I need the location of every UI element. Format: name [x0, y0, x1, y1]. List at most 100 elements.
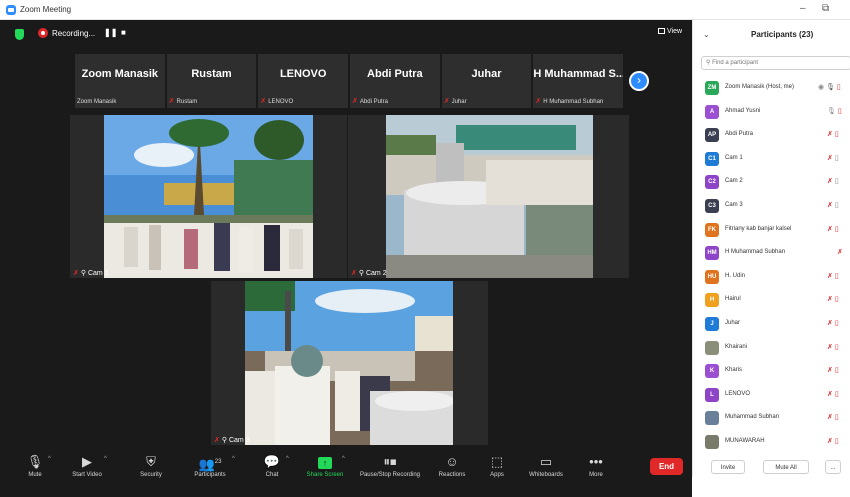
share-screen-button[interactable]: ↑ Share Screen ^	[295, 452, 355, 478]
video-options-caret-icon[interactable]: ^	[104, 456, 107, 462]
strip-name: Rustam	[191, 68, 232, 80]
mic-muted-icon: ✗	[827, 319, 833, 327]
more-icon: •••	[589, 454, 603, 469]
participant-row[interactable]: Khairani ✗ ▯	[693, 337, 850, 361]
video-icon: ▯	[834, 201, 839, 209]
participants-label: Participants	[194, 472, 226, 478]
participant-row[interactable]: ZM Zoom Manasik (Host, me) ◉ 🎙 ▯	[693, 77, 850, 101]
panel-header: ⌄ Participants (23)	[693, 20, 850, 50]
strip-tag: ✗ Abdi Putra	[352, 97, 388, 105]
participant-row[interactable]: K Kharis ✗ ▯	[693, 360, 850, 384]
participants-button[interactable]: 👥23 Participants ^	[180, 452, 240, 478]
video-tile-cam1[interactable]: ✗ ⚲ Cam 1	[70, 115, 347, 278]
mute-button[interactable]: 🎙 Mute ^	[5, 452, 65, 478]
share-options-caret-icon[interactable]: ^	[342, 456, 345, 462]
pin-icon: ⚲	[221, 437, 228, 444]
participant-name: Kharis	[725, 367, 743, 374]
mute-options-caret-icon[interactable]: ^	[48, 456, 51, 462]
panel-more-button[interactable]: ...	[825, 460, 841, 474]
strip-tile[interactable]: Zoom Manasik Zoom Manasik	[75, 54, 165, 108]
strip-tag-text: Zoom Manasik	[77, 99, 117, 105]
participant-row[interactable]: HM H Muhammad Subhan ✗	[693, 242, 850, 266]
participant-name: Cam 3	[725, 201, 743, 208]
participant-row[interactable]: MUNAWARAH ✗ ▯	[693, 431, 850, 455]
video-off-icon: ▯	[836, 84, 841, 91]
invite-button[interactable]: Invite	[711, 460, 745, 474]
participants-options-caret-icon[interactable]: ^	[232, 456, 235, 462]
participant-status: ✗ ▯	[827, 177, 839, 185]
participant-status: ✗ ▯	[827, 272, 839, 280]
participant-row[interactable]: Muhammad Subhan ✗ ▯	[693, 407, 850, 431]
participant-status: ✗ ▯	[827, 319, 839, 327]
avatar: A	[705, 104, 719, 119]
video-off-icon: ▯	[834, 225, 839, 233]
recording-icon	[38, 28, 48, 38]
participant-name: Zoom Manasik (Host, me)	[725, 84, 795, 90]
avatar: HU	[705, 269, 719, 284]
participant-row[interactable]: C3 Cam 3 ✗ ▯	[693, 195, 850, 219]
mic-muted-icon: ✗	[260, 98, 267, 105]
participant-row[interactable]: J Juhar ✗ ▯	[693, 313, 850, 337]
participant-row[interactable]: H Hairul ✗ ▯	[693, 289, 850, 313]
participant-row[interactable]: A Ahmad Yusni 🎙 ▯	[693, 101, 850, 125]
security-shield-icon[interactable]	[15, 29, 24, 40]
more-button[interactable]: ••• More	[566, 452, 626, 478]
participant-row[interactable]: HU H. Udin ✗ ▯	[693, 266, 850, 290]
end-button[interactable]: End	[650, 458, 683, 475]
view-button[interactable]: View	[658, 28, 682, 35]
shield-icon: ⛨	[146, 454, 156, 469]
start-video-button[interactable]: ▶ Start Video ^	[57, 452, 117, 478]
participant-status: ✗ ▯	[827, 225, 839, 233]
collapse-chevron-icon[interactable]: ⌄	[703, 30, 710, 39]
participants-icon: 👥23	[198, 456, 222, 472]
mic-muted-icon: ✗	[443, 98, 450, 105]
video-tile-cam2[interactable]: ✗ ⚲ Cam 2	[348, 115, 629, 278]
strip-name: Zoom Manasik	[81, 68, 159, 80]
participant-name: LENOVO	[725, 390, 751, 397]
participant-row[interactable]: AP Abdi Putra ✗ ▯	[693, 124, 850, 148]
mic-muted-icon: ✗	[827, 437, 833, 445]
minimize-button[interactable]: –	[800, 3, 806, 14]
video-off-icon: ▯	[834, 414, 839, 422]
tile-name: Cam 1	[87, 270, 109, 277]
avatar: C3	[705, 198, 719, 213]
chat-options-caret-icon[interactable]: ^	[286, 456, 289, 462]
participant-row[interactable]: C2 Cam 2 ✗ ▯	[693, 171, 850, 195]
chat-button[interactable]: 💬 Chat ^	[242, 452, 302, 478]
avatar: L	[705, 387, 719, 402]
pause-recording-icon[interactable]: ❚❚	[104, 28, 117, 37]
mic-muted-icon: ✗	[827, 272, 833, 280]
mic-icon: 🎙	[826, 84, 835, 91]
participant-row[interactable]: L LENOVO ✗ ▯	[693, 384, 850, 408]
participant-status: ◉ 🎙 ▯	[818, 83, 841, 91]
stop-recording-icon[interactable]: ■	[121, 28, 126, 37]
next-page-button[interactable]: ›	[629, 71, 649, 91]
strip-tile[interactable]: Juhar ✗ Juhar	[441, 54, 532, 108]
mic-muted-icon: ✗	[214, 437, 220, 444]
mic-muted-icon: ✗	[535, 98, 542, 105]
participant-status: ✗ ▯	[827, 390, 839, 398]
participant-name: Juhar	[725, 319, 741, 326]
pause-stop-recording-button[interactable]: ⏸⏹ Pause/Stop Recording	[352, 452, 428, 478]
video-off-icon: ▯	[834, 272, 839, 280]
strip-tile[interactable]: Rustam ✗ Rustam	[166, 54, 257, 108]
title-bar: Zoom Meeting – ⧉	[0, 0, 850, 20]
strip-tile[interactable]: LENOVO ✗ LENOVO	[258, 54, 349, 108]
toolbar: 🎙 Mute ^ ▶ Start Video ^ ⛨ Security 👥23 …	[0, 452, 692, 478]
restore-button[interactable]: ⧉	[822, 3, 829, 14]
participant-status: ✗ ▯	[827, 366, 839, 374]
video-off-icon: ▯	[834, 343, 839, 351]
participant-status: ✗ ▯	[827, 154, 839, 162]
recording-label: Recording...	[52, 29, 96, 38]
avatar: FK	[705, 222, 719, 237]
security-button[interactable]: ⛨ Security	[121, 452, 181, 478]
participant-search-input[interactable]: ⚲ Find a participant	[701, 56, 850, 70]
mute-all-button[interactable]: Mute All	[763, 460, 809, 474]
participant-row[interactable]: C1 Cam 1 ✗ ▯	[693, 148, 850, 172]
strip-tile[interactable]: Abdi Putra ✗ Abdi Putra	[350, 54, 440, 108]
participant-status: ✗ ▯	[827, 130, 839, 138]
participant-row[interactable]: FK Fitriany kab banjar kalsel ✗ ▯	[693, 219, 850, 243]
strip-tile[interactable]: H Muhammad S... ✗ H Muhammad Subhan	[533, 54, 624, 108]
share-screen-label: Share Screen	[306, 472, 344, 478]
video-tile-cam3[interactable]: ✗ ⚲ Cam 3	[211, 281, 488, 445]
